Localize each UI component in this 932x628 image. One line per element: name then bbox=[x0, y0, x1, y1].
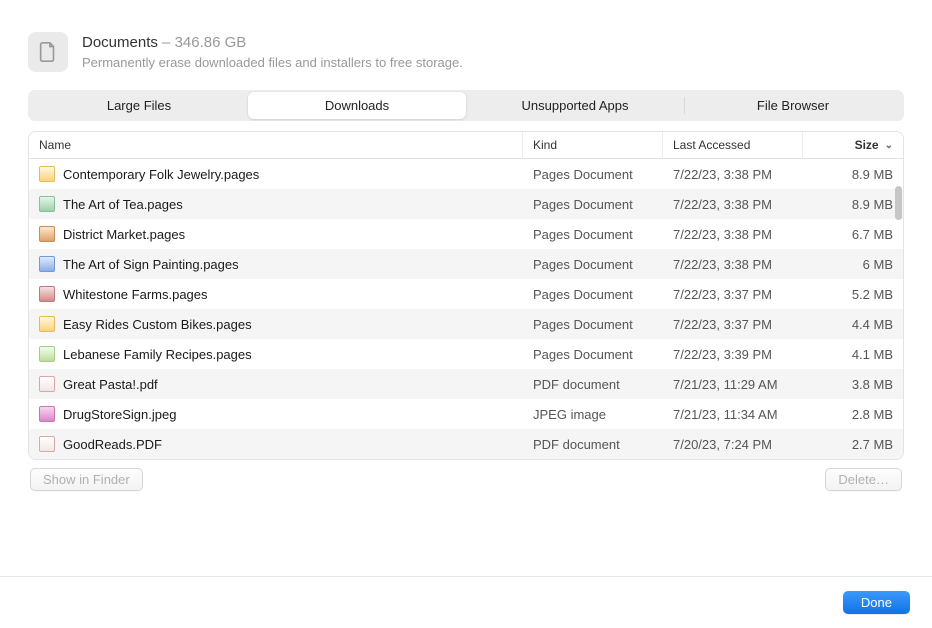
file-icon bbox=[39, 256, 55, 272]
cell-date: 7/22/23, 3:38 PM bbox=[663, 167, 803, 182]
page-title: Documents – 346.86 GB bbox=[82, 33, 463, 53]
cell-kind: Pages Document bbox=[523, 257, 663, 272]
cell-name: District Market.pages bbox=[29, 226, 523, 242]
show-in-finder-button[interactable]: Show in Finder bbox=[30, 468, 143, 491]
file-name: District Market.pages bbox=[63, 227, 185, 242]
file-name: DrugStoreSign.jpeg bbox=[63, 407, 176, 422]
cell-name: Whitestone Farms.pages bbox=[29, 286, 523, 302]
cell-size: 2.8 MB bbox=[803, 407, 903, 422]
cell-size: 3.8 MB bbox=[803, 377, 903, 392]
cell-size: 8.9 MB bbox=[803, 197, 903, 212]
cell-date: 7/22/23, 3:38 PM bbox=[663, 227, 803, 242]
cell-kind: Pages Document bbox=[523, 347, 663, 362]
cell-kind: JPEG image bbox=[523, 407, 663, 422]
title-size: 346.86 GB bbox=[175, 34, 247, 51]
cell-date: 7/21/23, 11:34 AM bbox=[663, 407, 803, 422]
bottom-bar: Done bbox=[0, 576, 932, 628]
tab-large-files[interactable]: Large Files bbox=[30, 92, 248, 119]
table-body: Contemporary Folk Jewelry.pages Pages Doc… bbox=[29, 159, 903, 459]
cell-size: 2.7 MB bbox=[803, 437, 903, 452]
file-name: The Art of Tea.pages bbox=[63, 197, 183, 212]
file-name: Contemporary Folk Jewelry.pages bbox=[63, 167, 259, 182]
cell-size: 4.4 MB bbox=[803, 317, 903, 332]
subtitle: Permanently erase downloaded files and i… bbox=[82, 55, 463, 70]
cell-name: Easy Rides Custom Bikes.pages bbox=[29, 316, 523, 332]
table-row[interactable]: District Market.pages Pages Document7/22/… bbox=[29, 219, 903, 249]
cell-date: 7/22/23, 3:38 PM bbox=[663, 257, 803, 272]
cell-kind: Pages Document bbox=[523, 167, 663, 182]
cell-kind: PDF document bbox=[523, 437, 663, 452]
header: Documents – 346.86 GB Permanently erase … bbox=[28, 32, 904, 72]
column-kind[interactable]: Kind bbox=[523, 132, 663, 158]
cell-name: Great Pasta!.pdf bbox=[29, 376, 523, 392]
segmented-control: Large Files Downloads Unsupported Apps F… bbox=[28, 90, 904, 121]
table-row[interactable]: Great Pasta!.pdf PDF document7/21/23, 11:… bbox=[29, 369, 903, 399]
table-row[interactable]: DrugStoreSign.jpeg JPEG image7/21/23, 11:… bbox=[29, 399, 903, 429]
table-header: Name Kind Last Accessed Size ⌄ bbox=[29, 132, 903, 159]
column-size[interactable]: Size ⌄ bbox=[803, 132, 903, 158]
title-name: Documents bbox=[82, 34, 158, 51]
column-last-accessed[interactable]: Last Accessed bbox=[663, 132, 803, 158]
file-icon bbox=[39, 436, 55, 452]
file-icon bbox=[39, 316, 55, 332]
cell-kind: Pages Document bbox=[523, 317, 663, 332]
table-row[interactable]: The Art of Tea.pages Pages Document7/22/2… bbox=[29, 189, 903, 219]
file-icon bbox=[39, 376, 55, 392]
cell-name: Contemporary Folk Jewelry.pages bbox=[29, 166, 523, 182]
scrollbar-thumb[interactable] bbox=[895, 186, 902, 220]
cell-date: 7/22/23, 3:37 PM bbox=[663, 317, 803, 332]
cell-size: 6.7 MB bbox=[803, 227, 903, 242]
table-row[interactable]: Whitestone Farms.pages Pages Document7/22… bbox=[29, 279, 903, 309]
cell-size: 8.9 MB bbox=[803, 167, 903, 182]
tab-file-browser[interactable]: File Browser bbox=[684, 92, 902, 119]
cell-size: 6 MB bbox=[803, 257, 903, 272]
cell-name: The Art of Tea.pages bbox=[29, 196, 523, 212]
file-icon bbox=[39, 196, 55, 212]
cell-kind: PDF document bbox=[523, 377, 663, 392]
file-icon bbox=[39, 226, 55, 242]
table-row[interactable]: The Art of Sign Painting.pages Pages Docu… bbox=[29, 249, 903, 279]
file-name: GoodReads.PDF bbox=[63, 437, 162, 452]
file-name: Lebanese Family Recipes.pages bbox=[63, 347, 252, 362]
cell-name: The Art of Sign Painting.pages bbox=[29, 256, 523, 272]
file-name: Easy Rides Custom Bikes.pages bbox=[63, 317, 252, 332]
file-icon bbox=[39, 166, 55, 182]
cell-name: Lebanese Family Recipes.pages bbox=[29, 346, 523, 362]
title-separator: – bbox=[162, 34, 170, 51]
cell-name: GoodReads.PDF bbox=[29, 436, 523, 452]
file-name: Whitestone Farms.pages bbox=[63, 287, 208, 302]
documents-icon bbox=[28, 32, 68, 72]
tab-downloads[interactable]: Downloads bbox=[248, 92, 466, 119]
table-row[interactable]: Contemporary Folk Jewelry.pages Pages Doc… bbox=[29, 159, 903, 189]
file-table: Name Kind Last Accessed Size ⌄ Contempor… bbox=[28, 131, 904, 460]
cell-kind: Pages Document bbox=[523, 197, 663, 212]
column-size-label: Size bbox=[855, 138, 879, 152]
column-name[interactable]: Name bbox=[29, 132, 523, 158]
cell-date: 7/21/23, 11:29 AM bbox=[663, 377, 803, 392]
cell-size: 4.1 MB bbox=[803, 347, 903, 362]
table-row[interactable]: GoodReads.PDF PDF document7/20/23, 7:24 P… bbox=[29, 429, 903, 459]
file-icon bbox=[39, 346, 55, 362]
table-row[interactable]: Easy Rides Custom Bikes.pages Pages Docum… bbox=[29, 309, 903, 339]
cell-kind: Pages Document bbox=[523, 287, 663, 302]
file-icon bbox=[39, 406, 55, 422]
chevron-down-icon: ⌄ bbox=[885, 140, 893, 151]
cell-date: 7/20/23, 7:24 PM bbox=[663, 437, 803, 452]
file-icon bbox=[39, 286, 55, 302]
file-name: Great Pasta!.pdf bbox=[63, 377, 158, 392]
cell-kind: Pages Document bbox=[523, 227, 663, 242]
file-name: The Art of Sign Painting.pages bbox=[63, 257, 239, 272]
cell-date: 7/22/23, 3:39 PM bbox=[663, 347, 803, 362]
cell-date: 7/22/23, 3:37 PM bbox=[663, 287, 803, 302]
cell-size: 5.2 MB bbox=[803, 287, 903, 302]
done-button[interactable]: Done bbox=[843, 591, 910, 614]
cell-date: 7/22/23, 3:38 PM bbox=[663, 197, 803, 212]
table-row[interactable]: Lebanese Family Recipes.pages Pages Docum… bbox=[29, 339, 903, 369]
cell-name: DrugStoreSign.jpeg bbox=[29, 406, 523, 422]
delete-button[interactable]: Delete… bbox=[825, 468, 902, 491]
tab-unsupported-apps[interactable]: Unsupported Apps bbox=[466, 92, 684, 119]
